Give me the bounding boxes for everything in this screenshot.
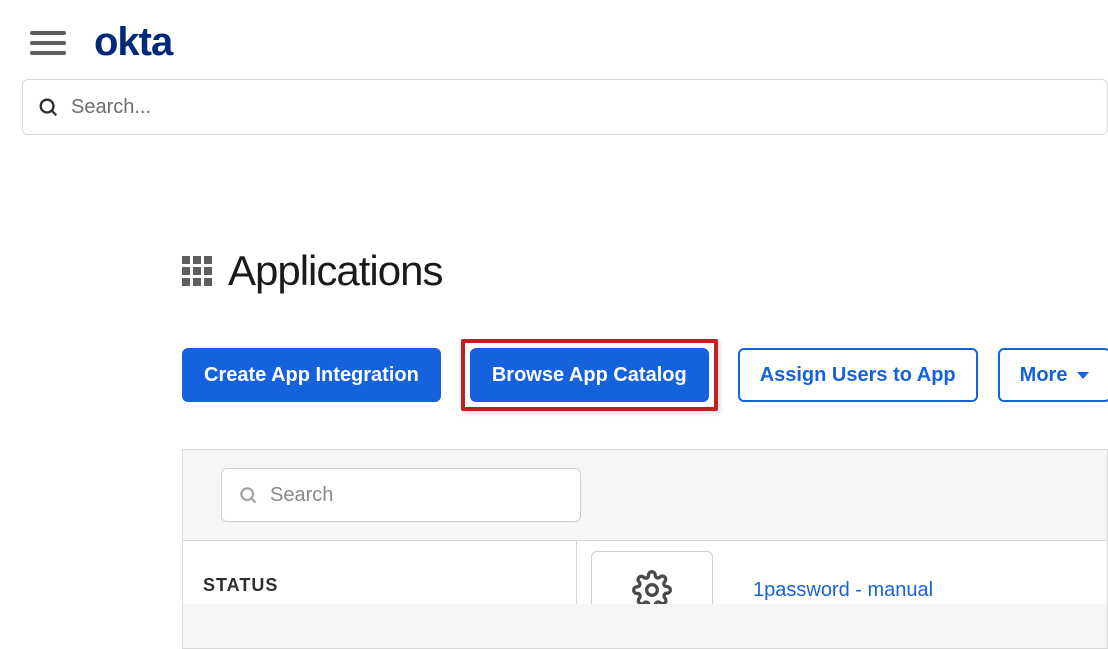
app-tile[interactable] [591,551,713,604]
gear-icon [632,570,672,604]
highlight-annotation: Browse App Catalog [461,339,718,411]
browse-app-catalog-button[interactable]: Browse App Catalog [470,348,709,402]
apps-grid-icon [182,256,212,286]
global-search-input[interactable] [71,96,1093,119]
status-label: STATUS [203,575,576,596]
search-icon [238,485,258,505]
applications-panel: STATUS 1password - manual [182,449,1108,649]
create-app-integration-button[interactable]: Create App Integration [182,348,441,402]
panel-search-input[interactable] [270,484,564,507]
okta-logo: okta [94,20,172,65]
panel-search[interactable] [221,468,581,522]
global-search[interactable] [22,79,1108,135]
search-icon [37,96,59,118]
page-title: Applications [228,247,442,295]
status-filter-column: STATUS [183,541,577,604]
chevron-down-icon [1077,372,1089,379]
app-link-1password[interactable]: 1password - manual [753,579,933,602]
menu-toggle[interactable] [30,25,66,61]
more-button[interactable]: More [998,348,1108,402]
assign-users-to-app-button[interactable]: Assign Users to App [738,348,978,402]
more-button-label: More [1020,364,1068,387]
